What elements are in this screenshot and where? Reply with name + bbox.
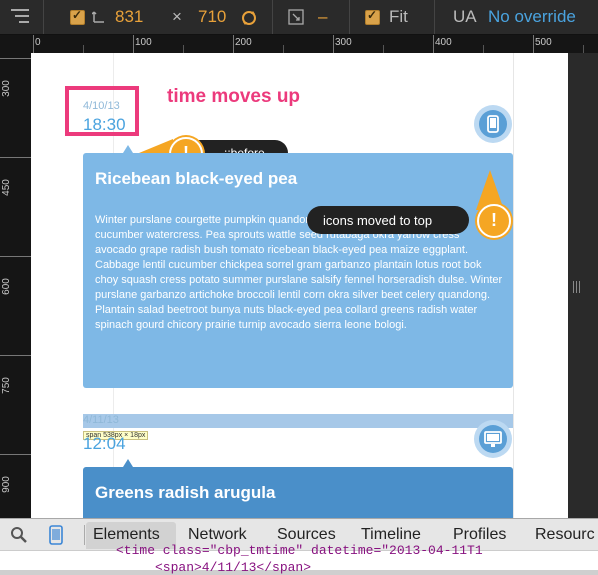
search-icon[interactable]	[10, 526, 28, 544]
elements-tree: <time class="cbp_tmtime" datetime="2013-…	[0, 543, 598, 575]
post-title: Ricebean black-eyed pea	[95, 169, 298, 188]
toolbar-separator	[434, 0, 435, 34]
tab-resources[interactable]: Resourc	[535, 519, 595, 551]
h-ruler-label: 300	[335, 37, 352, 48]
h-ruler-label: 200	[235, 37, 252, 48]
resize-icon	[91, 9, 106, 23]
fit-label[interactable]: Fit	[389, 0, 408, 34]
v-ruler-label: 450	[0, 179, 12, 196]
post-time: 18:30	[83, 115, 126, 134]
h-ruler-label: 500	[535, 37, 552, 48]
icons-moved-label: icons moved to top	[323, 213, 433, 228]
shrink-to-fit-icon[interactable]	[288, 9, 304, 25]
post-icon-circle	[474, 420, 512, 458]
ua-value[interactable]: No override	[488, 0, 576, 34]
viewport-resize-handle[interactable]	[568, 53, 598, 518]
h-ruler-label: 0	[35, 37, 41, 48]
post-date: 4/11/13	[83, 414, 119, 426]
h-ruler-label: 100	[135, 37, 152, 48]
post-icon-circle	[474, 105, 512, 143]
times-sign: ×	[172, 7, 182, 26]
card-pointer	[123, 145, 133, 153]
fit-checkbox[interactable]	[365, 8, 380, 25]
post-time: 12:04	[83, 434, 126, 453]
emulated-page: 4/10/13 18:30 time moves up ::before ! R…	[31, 53, 571, 527]
v-ruler-label: 600	[0, 278, 12, 295]
tab-separator	[84, 525, 85, 545]
tree-line[interactable]: <span>4/11/13</span>	[155, 560, 311, 575]
post-date: 4/10/13	[83, 100, 120, 112]
toolbar-separator	[272, 0, 273, 34]
drawer-toggle-icon[interactable]	[11, 9, 33, 25]
annotation-time-moves-up: time moves up	[167, 86, 301, 107]
card-pointer	[123, 459, 133, 467]
resize-checkbox[interactable]	[70, 8, 85, 25]
width-value[interactable]: 831	[115, 0, 143, 34]
v-ruler-label: 300	[0, 80, 12, 97]
v-ruler-label: 750	[0, 377, 12, 394]
monitor-icon	[484, 431, 502, 447]
device-toolbar: 831 × 710 – Fit UA No override	[0, 0, 598, 35]
toolbar-separator	[43, 0, 44, 34]
device-mode-icon[interactable]	[49, 525, 63, 545]
post-card: Ricebean black-eyed pea Winter purslane …	[83, 153, 513, 388]
scale-value[interactable]: –	[318, 0, 327, 34]
page-edge-line	[513, 53, 514, 518]
ua-label: UA	[453, 7, 477, 26]
tree-line[interactable]: <time class="cbp_tmtime" datetime="2013-…	[116, 543, 483, 558]
h-ruler-label: 400	[435, 37, 452, 48]
swap-dimensions-icon[interactable]	[240, 9, 258, 27]
v-ruler-label: 900	[0, 476, 12, 493]
warning-icon: !	[477, 204, 511, 238]
vertical-ruler: 300 450 600 750 900	[0, 35, 31, 518]
toolbar-separator	[349, 0, 350, 34]
horizontal-ruler: 0 100 200 300 400 500	[31, 35, 598, 53]
phone-icon	[487, 115, 499, 133]
span-highlight	[83, 414, 513, 428]
post-title: Greens radish arugula	[95, 483, 276, 502]
height-value[interactable]: 710	[198, 0, 226, 34]
